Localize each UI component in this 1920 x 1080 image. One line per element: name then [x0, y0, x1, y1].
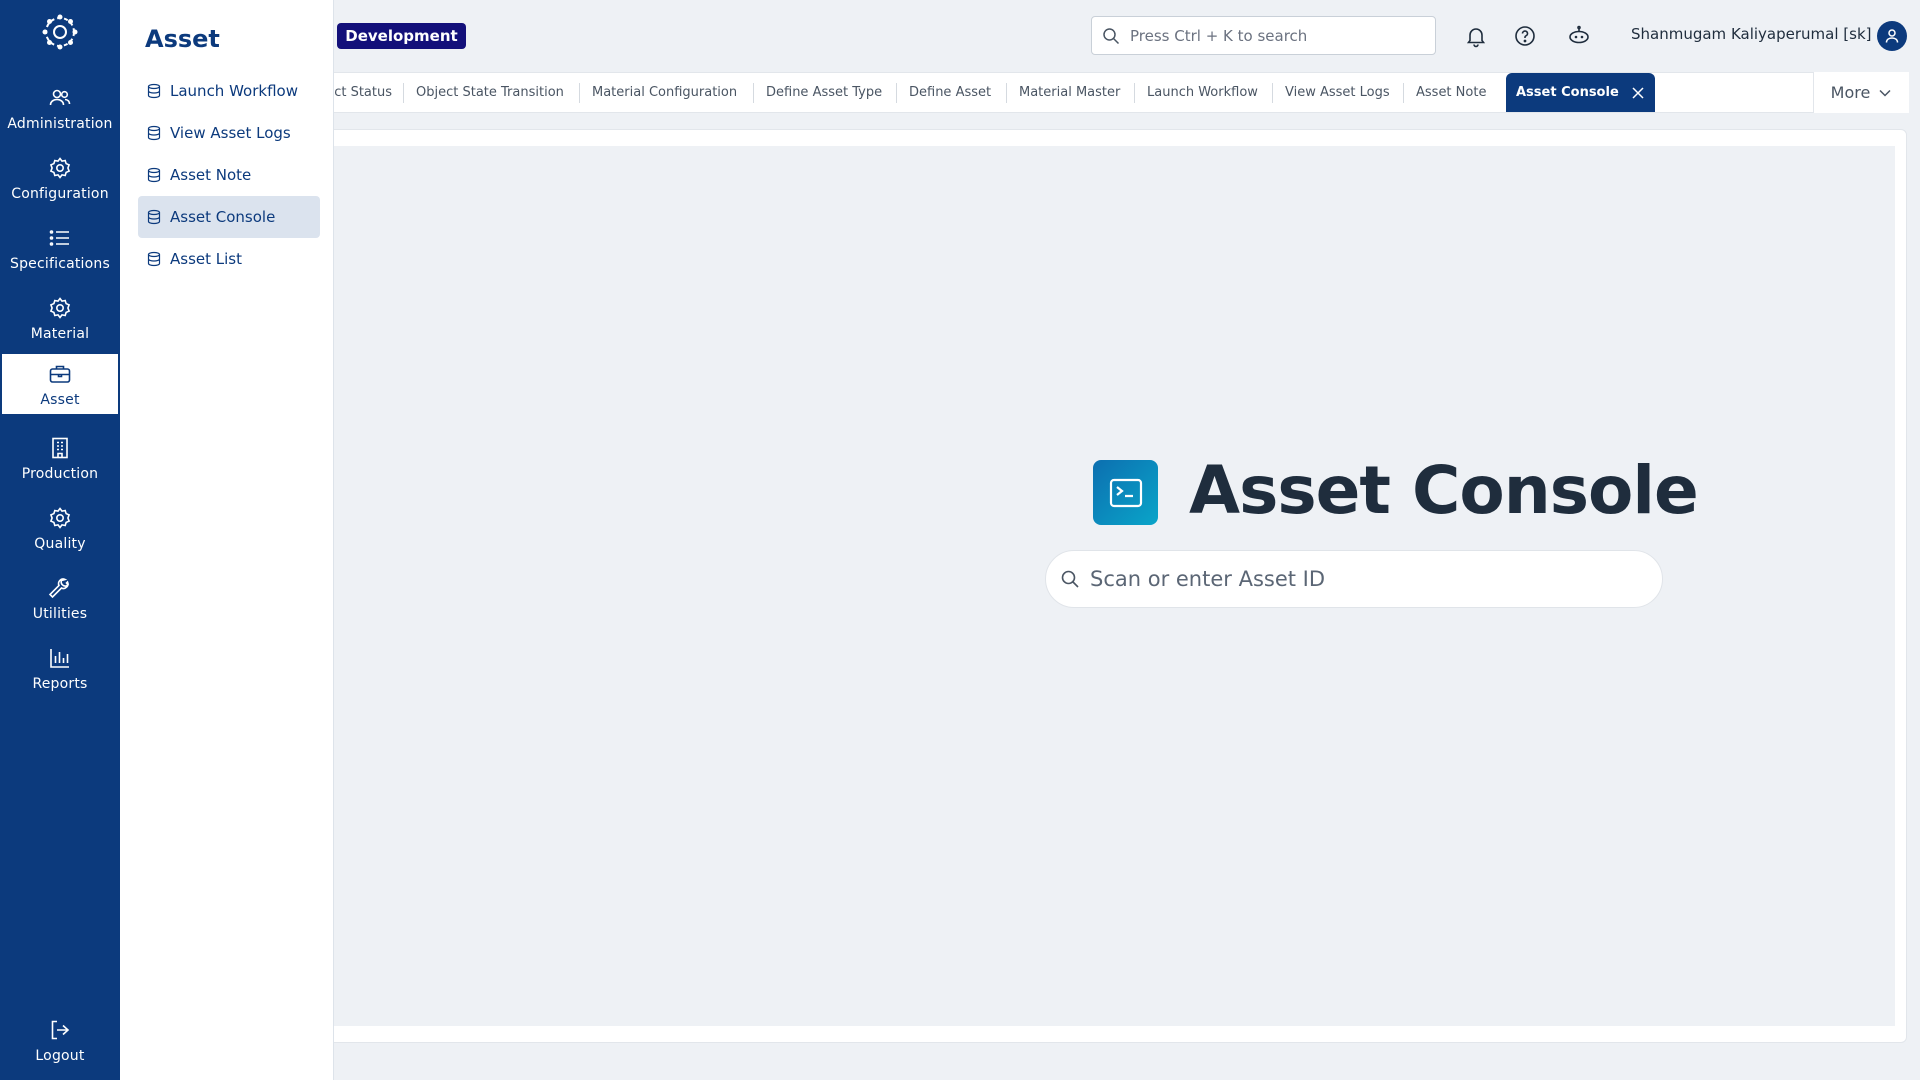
tab-label: Object State Transition — [416, 85, 564, 100]
rail-item-utilities[interactable]: Utilities — [2, 568, 118, 628]
tab-separator — [753, 83, 754, 103]
tab-separator — [579, 83, 580, 103]
tab-object-status[interactable]: ct Status — [334, 73, 392, 112]
chevron-down-icon — [1879, 89, 1891, 97]
rail-item-label: Quality — [34, 536, 86, 552]
tab-label: Material Master — [1019, 85, 1121, 100]
more-tabs-button[interactable]: More — [1813, 72, 1909, 113]
help-icon[interactable] — [1513, 24, 1537, 48]
tab-label: View Asset Logs — [1285, 85, 1390, 100]
tab-view-asset-logs[interactable]: View Asset Logs — [1285, 73, 1390, 112]
submenu-item-label: View Asset Logs — [170, 124, 291, 142]
tab-material-configuration[interactable]: Material Configuration — [592, 73, 737, 112]
tab-label: Launch Workflow — [1147, 85, 1258, 100]
asset-id-input[interactable] — [1090, 567, 1650, 591]
search-icon — [1061, 570, 1079, 588]
tab-label: Define Asset Type — [766, 85, 883, 100]
submenu-item-view-asset-logs[interactable]: View Asset Logs — [138, 112, 320, 154]
global-search[interactable] — [1091, 16, 1436, 55]
users-icon — [49, 89, 71, 106]
asset-submenu: Asset Launch Workflow View Asset Logs As… — [120, 0, 334, 1080]
briefcase-icon — [49, 365, 71, 383]
database-icon — [147, 83, 161, 99]
tab-label: Asset Note — [1416, 85, 1487, 100]
database-icon — [147, 251, 161, 267]
user-icon — [1885, 29, 1899, 43]
tab-separator — [1006, 83, 1007, 103]
building-icon — [52, 437, 68, 459]
tab-material-master[interactable]: Material Master — [1019, 73, 1120, 112]
database-icon — [147, 167, 161, 183]
tab-separator — [1134, 83, 1135, 103]
gear-icon — [49, 157, 71, 179]
tab-separator — [1403, 83, 1404, 103]
left-rail: Administration Configuration Specificati… — [0, 0, 120, 1080]
submenu-item-label: Asset Note — [170, 166, 252, 184]
gear-icon — [49, 507, 71, 529]
tab-define-asset[interactable]: Define Asset — [909, 73, 991, 112]
close-icon[interactable] — [1631, 86, 1645, 100]
rail-item-label: Reports — [32, 676, 88, 692]
rail-item-label: Material — [30, 326, 90, 342]
page-title: Asset Console — [1189, 452, 1699, 529]
tab-label: ct Status — [334, 85, 392, 100]
tab-asset-note[interactable]: Asset Note — [1416, 73, 1486, 112]
submenu-item-label: Asset Console — [170, 208, 276, 226]
tab-label: Material Configuration — [592, 85, 738, 100]
logout-label: Logout — [35, 1048, 85, 1064]
rail-item-label: Specifications — [10, 256, 110, 272]
rail-item-label: Administration — [7, 116, 113, 132]
bar-chart-icon — [50, 649, 69, 668]
tab-object-state-transition[interactable]: Object State Transition — [416, 73, 564, 112]
submenu-item-asset-list[interactable]: Asset List — [138, 238, 320, 280]
more-label: More — [1830, 83, 1871, 102]
asset-console-area: Asset Console — [333, 146, 1895, 1026]
environment-badge: Development — [337, 23, 466, 49]
rail-item-production[interactable]: Production — [2, 428, 118, 488]
tab-launch-workflow[interactable]: Launch Workflow — [1147, 73, 1258, 112]
tab-separator — [1272, 83, 1273, 103]
rail-item-configuration[interactable]: Configuration — [2, 148, 118, 208]
tab-separator — [896, 83, 897, 103]
avatar[interactable] — [1877, 21, 1907, 51]
tab-label: Asset Console — [1516, 85, 1619, 100]
rail-item-label: Configuration — [11, 186, 109, 202]
user-name[interactable]: Shanmugam Kaliyaperumal [sk] — [1631, 25, 1871, 43]
tab-label: Define Asset — [909, 85, 992, 100]
assistant-bot-icon[interactable] — [1567, 24, 1591, 48]
submenu-item-asset-note[interactable]: Asset Note — [138, 154, 320, 196]
tab-separator — [403, 83, 404, 103]
rail-item-administration[interactable]: Administration — [2, 78, 118, 138]
submenu-title: Asset — [145, 25, 220, 53]
rail-item-material[interactable]: Material — [2, 288, 118, 348]
main-panel: Asset Console — [320, 129, 1907, 1043]
global-search-input[interactable] — [1130, 26, 1420, 45]
list-icon — [49, 230, 69, 246]
rail-item-specifications[interactable]: Specifications — [2, 218, 118, 278]
rail-item-asset[interactable]: Asset — [2, 354, 118, 414]
logout-icon — [51, 1020, 70, 1040]
bell-icon[interactable] — [1464, 24, 1488, 48]
rail-item-label: Asset — [40, 392, 80, 408]
asset-id-search[interactable] — [1045, 550, 1663, 608]
wrench-icon — [48, 578, 70, 599]
rail-item-reports[interactable]: Reports — [2, 638, 118, 698]
submenu-item-label: Launch Workflow — [170, 82, 298, 100]
gear-icon — [49, 297, 71, 319]
open-tabs-bar: ct Status Object State Transition Materi… — [334, 72, 1909, 113]
search-icon — [1103, 27, 1120, 44]
terminal-icon — [1093, 460, 1158, 525]
logout-button[interactable]: Logout — [2, 1010, 118, 1070]
submenu-item-launch-workflow[interactable]: Launch Workflow — [138, 70, 320, 112]
database-icon — [147, 209, 161, 225]
app-logo-icon[interactable] — [40, 12, 80, 52]
tab-define-asset-type[interactable]: Define Asset Type — [766, 73, 882, 112]
rail-item-label: Production — [21, 466, 99, 482]
rail-item-quality[interactable]: Quality — [2, 498, 118, 558]
rail-item-label: Utilities — [32, 606, 88, 622]
tab-asset-console[interactable]: Asset Console — [1506, 73, 1655, 112]
submenu-item-label: Asset List — [170, 250, 242, 268]
submenu-item-asset-console[interactable]: Asset Console — [138, 196, 320, 238]
database-icon — [147, 125, 161, 141]
